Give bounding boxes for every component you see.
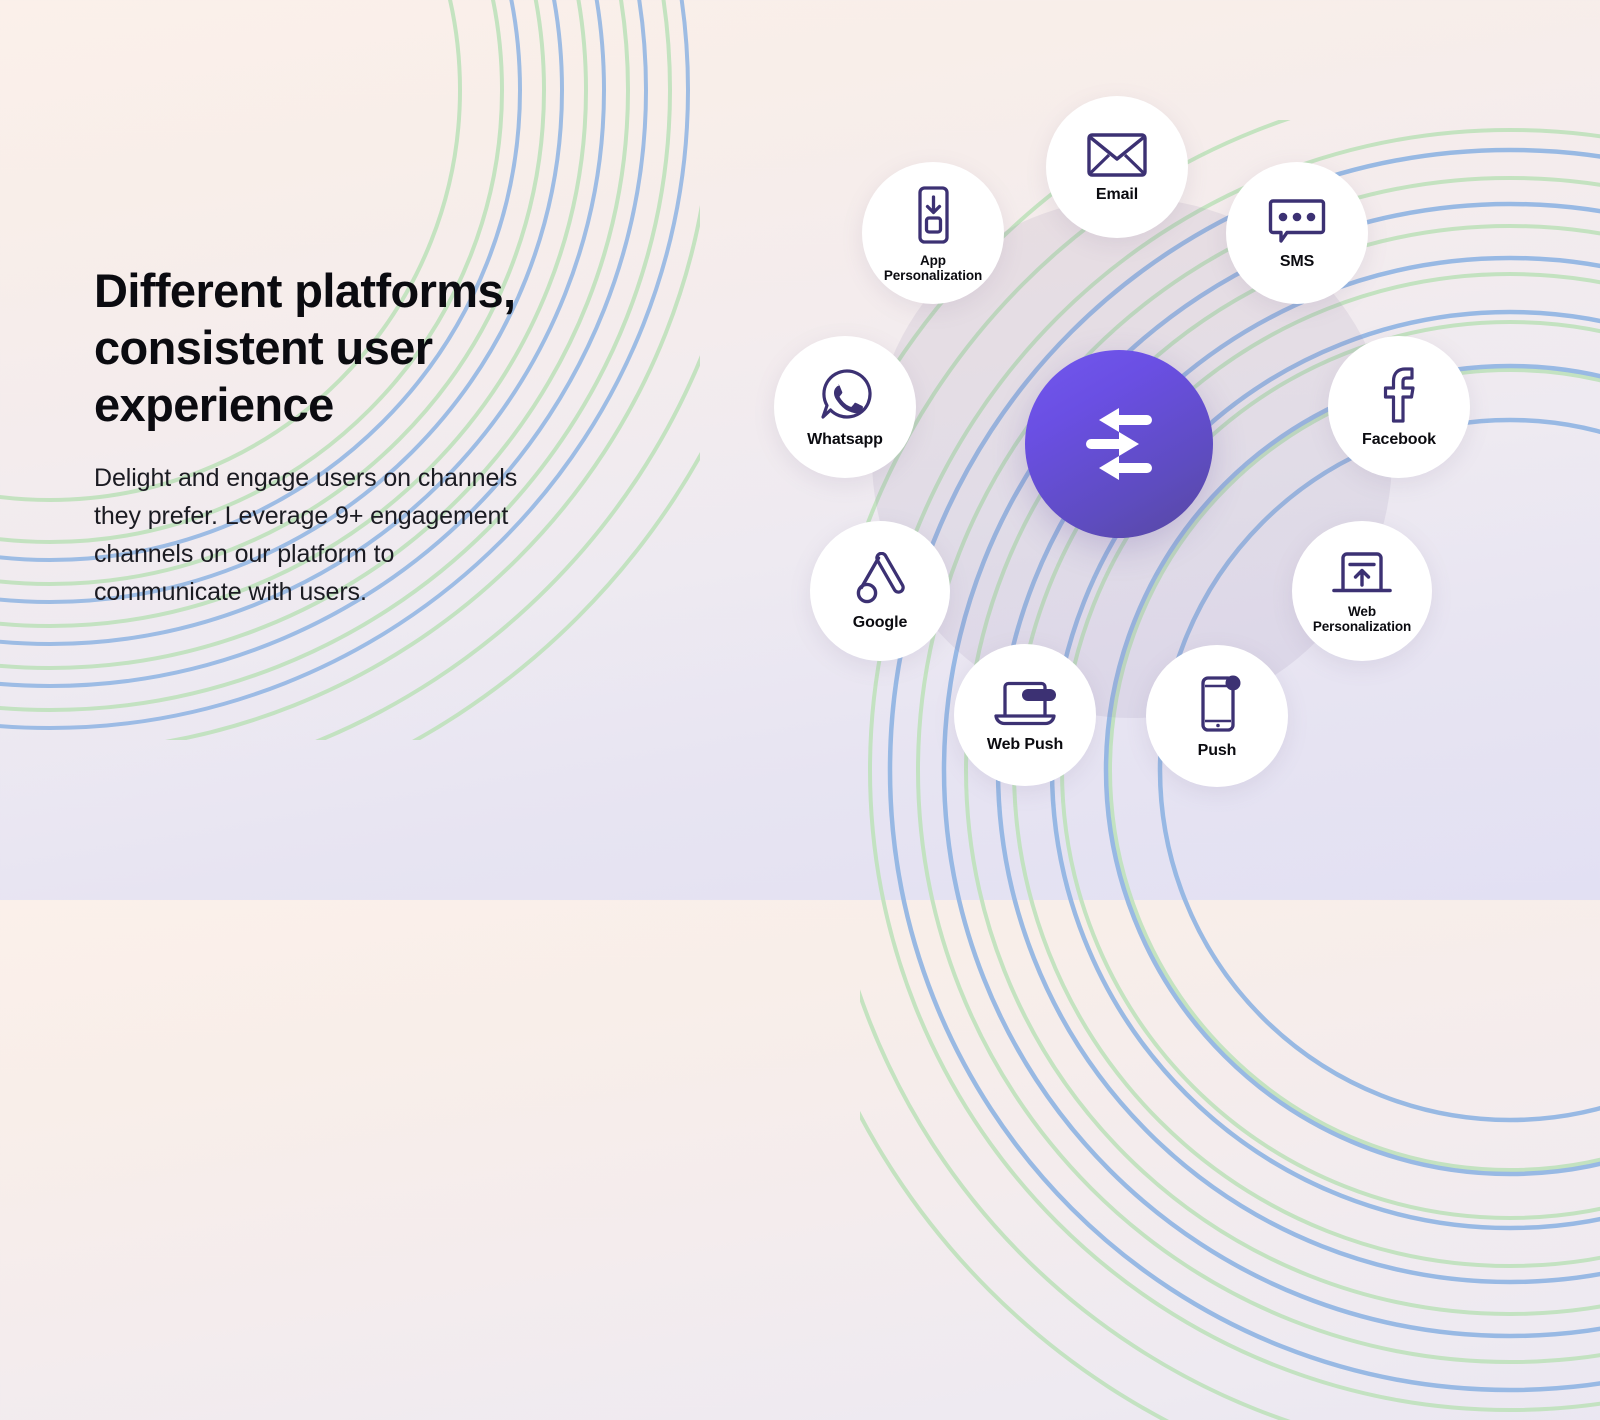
- channel-node-web-personalization[interactable]: Web Personalization: [1292, 521, 1432, 661]
- google-ads-icon: [852, 551, 908, 606]
- text-column: Different platforms, consistent user exp…: [94, 262, 694, 611]
- chat-bubble-dots-icon: [1268, 197, 1326, 245]
- laptop-notification-icon: [992, 678, 1058, 728]
- page-title: Different platforms, consistent user exp…: [94, 264, 516, 431]
- channel-node-app-personalization[interactable]: App Personalization: [862, 162, 1004, 304]
- channel-node-whatsapp[interactable]: Whatsapp: [774, 336, 916, 478]
- channel-label: Whatsapp: [807, 430, 883, 448]
- whatsapp-icon: [817, 367, 873, 423]
- channel-label: Web Personalization: [1312, 603, 1412, 634]
- channel-node-web-push[interactable]: Web Push: [954, 644, 1096, 786]
- page-subtitle: Delight and engage users on channels the…: [94, 464, 518, 606]
- channel-label: Web Push: [986, 735, 1064, 753]
- channel-label: Facebook: [1362, 430, 1436, 448]
- channel-node-facebook[interactable]: Facebook: [1328, 336, 1470, 478]
- channel-node-sms[interactable]: SMS: [1226, 162, 1368, 304]
- channel-label: Google: [852, 613, 908, 631]
- phone-download-icon: [910, 184, 956, 246]
- facebook-f-icon: [1380, 366, 1418, 423]
- channel-node-push[interactable]: Push: [1146, 645, 1288, 787]
- monitor-upload-icon: [1331, 549, 1393, 597]
- channel-node-email[interactable]: Email: [1046, 96, 1188, 238]
- channel-node-google[interactable]: Google: [810, 521, 950, 661]
- channels-diagram: Email SMS Facebook Web Personalization P…: [760, 80, 1520, 840]
- channel-label: Email: [1095, 185, 1139, 203]
- phone-badge-icon: [1192, 674, 1242, 734]
- hub-circle: [1025, 350, 1213, 538]
- envelope-icon: [1086, 132, 1148, 178]
- channel-label: App Personalization: [883, 252, 983, 283]
- exchange-arrows-icon: [1086, 408, 1152, 480]
- channel-label: Push: [1197, 741, 1237, 759]
- channel-label: SMS: [1279, 252, 1315, 270]
